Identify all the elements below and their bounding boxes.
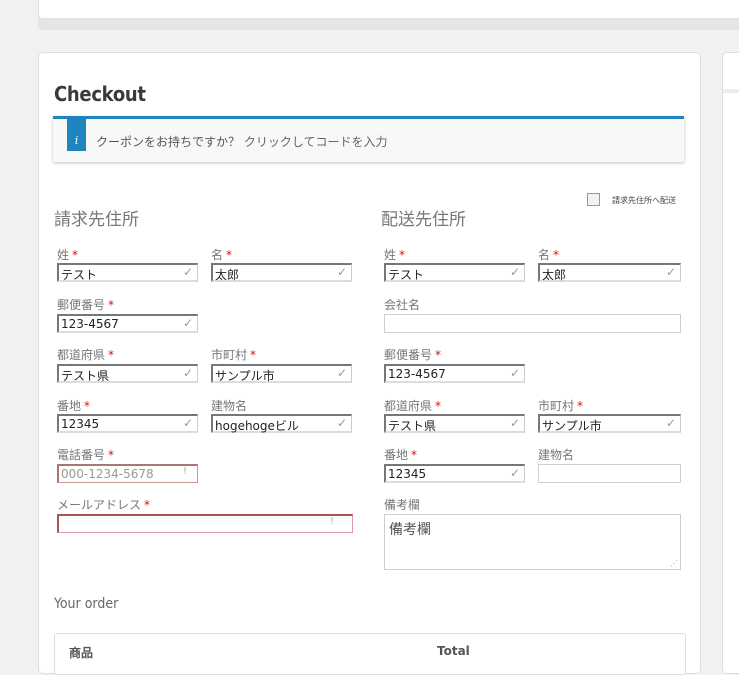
billing-phone-input[interactable]: 000-1234-5678! xyxy=(57,464,198,483)
shipping-prefecture-input[interactable]: テスト県 ✓ xyxy=(384,414,525,433)
billing-first-name-input[interactable]: 太郎 ✓ xyxy=(211,263,352,282)
ship-to-billing-checkbox[interactable] xyxy=(587,193,600,206)
top-panel xyxy=(38,0,739,30)
billing-postal-label: 郵便番号 * xyxy=(57,298,115,312)
shipping-address-input[interactable]: 12345 ✓ xyxy=(384,464,525,483)
shipping-title: 配送先住所 xyxy=(381,210,466,230)
coupon-text: クーポンをお持ちですか？ xyxy=(96,135,241,149)
billing-email-input[interactable]: ! xyxy=(57,514,353,533)
shipping-last-name-input[interactable]: テスト ✓ xyxy=(384,263,525,282)
shipping-building-input[interactable] xyxy=(538,464,681,483)
shipping-city-input[interactable]: サンプル市 ✓ xyxy=(538,414,681,433)
order-col-total: Total xyxy=(437,644,470,658)
coupon-message: クーポンをお持ちですか？ クリックしてコードを入力 xyxy=(96,133,388,150)
order-title: Your order xyxy=(54,596,119,612)
info-icon: i xyxy=(67,119,86,151)
check-icon: ✓ xyxy=(665,265,676,279)
billing-phone-label: 電話番号 * xyxy=(57,448,115,462)
billing-title: 請求先住所 xyxy=(54,210,139,230)
resize-grip-icon[interactable]: ⋰ xyxy=(670,559,678,568)
check-icon: ✓ xyxy=(509,466,520,480)
shipping-company-input[interactable] xyxy=(384,314,681,333)
check-icon: ✓ xyxy=(509,265,520,279)
billing-prefecture-input[interactable]: テスト県 ✓ xyxy=(57,364,198,383)
billing-prefecture-label: 都道府県 * xyxy=(57,348,115,362)
shipping-prefecture-label: 都道府県 * xyxy=(384,399,442,413)
shipping-address-label: 番地 * xyxy=(384,448,418,462)
check-icon: ✓ xyxy=(182,316,193,330)
shipping-first-name-input[interactable]: 太郎 ✓ xyxy=(538,263,681,282)
page-title: Checkout xyxy=(54,82,146,106)
billing-last-name-label: 姓 * xyxy=(57,248,79,262)
shipping-postal-input[interactable]: 123-4567 ✓ xyxy=(384,364,525,383)
shipping-last-name-label: 姓 * xyxy=(384,248,406,262)
billing-city-input[interactable]: サンプル市 ✓ xyxy=(211,364,352,383)
check-icon: ✓ xyxy=(336,416,347,430)
ship-to-billing-label: 請求先住所へ配送 xyxy=(612,196,676,205)
order-table: 商品 Total xyxy=(54,633,686,675)
sidebar-panel xyxy=(722,52,739,674)
notes-placeholder: 備考欄 xyxy=(389,522,431,538)
billing-last-name-input[interactable]: テスト ✓ xyxy=(57,263,198,282)
check-icon: ✓ xyxy=(182,265,193,279)
exclamation-icon: ! xyxy=(329,516,334,527)
check-icon: ✓ xyxy=(182,366,193,380)
billing-first-name-label: 名 * xyxy=(211,248,233,262)
coupon-link[interactable]: クリックしてコードを入力 xyxy=(244,135,388,149)
billing-address-input[interactable]: 12345 ✓ xyxy=(57,414,198,433)
check-icon: ✓ xyxy=(182,416,193,430)
shipping-first-name-label: 名 * xyxy=(538,248,560,262)
shipping-company-label: 会社名 xyxy=(384,298,421,312)
exclamation-icon: ! xyxy=(182,466,187,477)
billing-address-label: 番地 * xyxy=(57,399,91,413)
billing-email-label: メールアドレス * xyxy=(57,498,151,512)
shipping-notes-label: 備考欄 xyxy=(384,498,421,512)
check-icon: ✓ xyxy=(336,265,347,279)
shipping-city-label: 市町村 * xyxy=(538,399,584,413)
billing-postal-input[interactable]: 123-4567 ✓ xyxy=(57,314,198,333)
shipping-notes-textarea[interactable]: 備考欄 ⋰ xyxy=(384,514,681,570)
billing-building-input[interactable]: hogehogeビル ✓ xyxy=(211,414,352,433)
coupon-notice: i クーポンをお持ちですか？ クリックしてコードを入力 xyxy=(53,116,684,162)
billing-building-label: 建物名 xyxy=(211,399,248,413)
billing-city-label: 市町村 * xyxy=(211,348,257,362)
shipping-building-label: 建物名 xyxy=(538,448,575,462)
check-icon: ✓ xyxy=(509,366,520,380)
check-icon: ✓ xyxy=(336,366,347,380)
check-icon: ✓ xyxy=(665,416,676,430)
check-icon: ✓ xyxy=(509,416,520,430)
shipping-postal-label: 郵便番号 * xyxy=(384,348,442,362)
